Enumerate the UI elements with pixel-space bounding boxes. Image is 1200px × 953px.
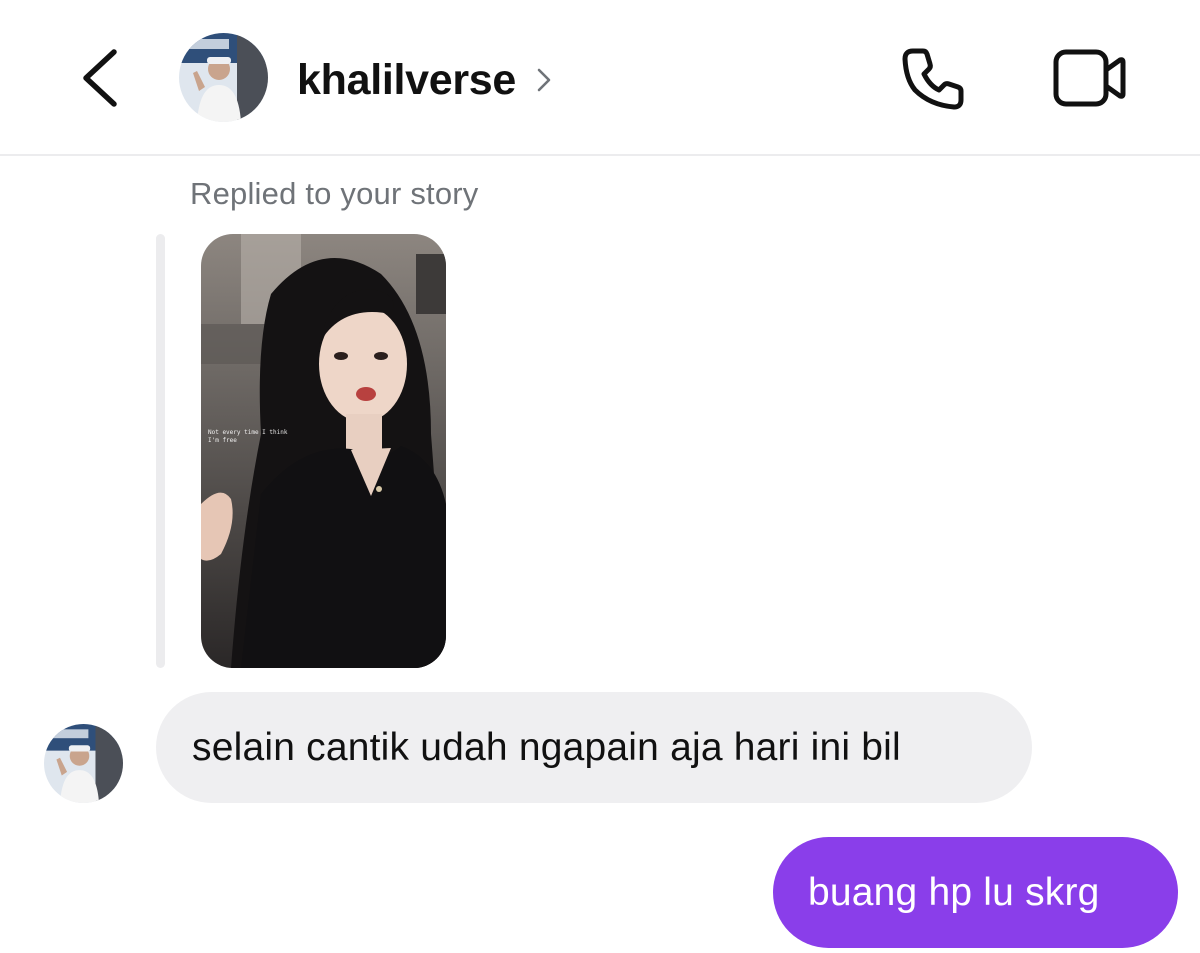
story-thumbnail[interactable]: Not every time I think I'm free	[201, 234, 446, 668]
incoming-message-text: selain cantik udah ngapain aja hari ini …	[192, 725, 901, 769]
svg-text:Not every time I think: Not every time I think	[208, 429, 288, 436]
reply-indicator-bar	[156, 234, 165, 668]
profile-avatar[interactable]	[179, 33, 268, 122]
svg-text:I'm free: I'm free	[208, 437, 237, 444]
username: khalilverse	[297, 55, 517, 104]
chevron-left-icon	[83, 49, 117, 107]
chevron-right-icon	[537, 68, 551, 92]
video-call-button[interactable]	[1052, 46, 1128, 110]
story-reply-label: Replied to your story	[190, 176, 479, 211]
incoming-message-bubble[interactable]: selain cantik udah ngapain aja hari ini …	[156, 692, 1032, 803]
outgoing-message-text: buang hp lu skrg	[808, 870, 1100, 914]
phone-icon	[902, 48, 964, 110]
profile-link[interactable]: khalilverse	[297, 52, 554, 108]
video-camera-icon	[1053, 49, 1126, 107]
outgoing-message-bubble[interactable]: buang hp lu skrg	[773, 837, 1178, 948]
back-button[interactable]	[78, 46, 122, 110]
sender-avatar[interactable]	[44, 724, 123, 803]
audio-call-button[interactable]	[898, 44, 968, 114]
chat-header: khalilverse	[0, 0, 1200, 156]
